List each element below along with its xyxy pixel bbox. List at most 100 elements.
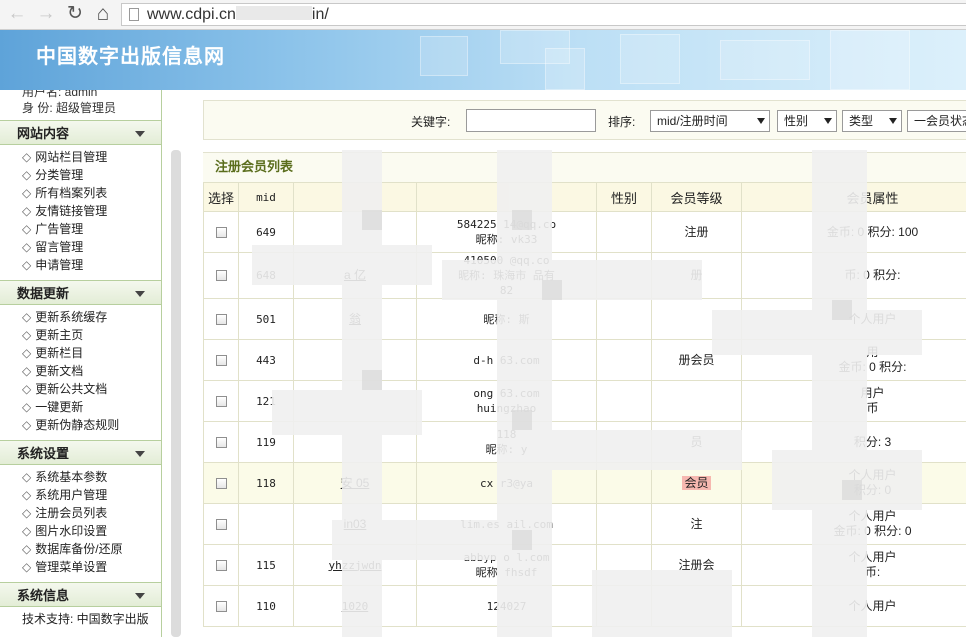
- home-icon[interactable]: ⌂: [92, 3, 114, 25]
- row-checkbox[interactable]: [215, 270, 227, 282]
- diamond-icon: ◇: [22, 364, 32, 378]
- menu-group-title: 网站内容: [17, 126, 70, 141]
- vertical-scrollbar[interactable]: [171, 150, 181, 637]
- cell-attributes: 用户币: [741, 380, 966, 422]
- support-text: 技术支持: 中国数字出版: [22, 612, 149, 626]
- cell-gender: [596, 462, 652, 504]
- row-select: [203, 380, 239, 422]
- address-bar[interactable]: www.cdpi.cn in/: [121, 3, 966, 26]
- menu-item-update-cache[interactable]: ◇ 更新系统缓存: [22, 308, 161, 326]
- header-decor: [620, 34, 680, 84]
- row-checkbox[interactable]: [215, 226, 227, 238]
- table-row-highlighted[interactable]: 118 安 05 cx r3@ya 会员 个人用户 积分: 0: [203, 462, 966, 504]
- back-icon[interactable]: ←: [6, 3, 28, 25]
- table-row[interactable]: 501 翁 昵称: 斯 个人用户: [203, 298, 966, 340]
- cell-email: ong 63.com huingzhao: [416, 380, 597, 422]
- menu-item-ads[interactable]: ◇ 广告管理: [22, 220, 161, 238]
- type-select[interactable]: 类型: [842, 110, 902, 132]
- dropdown-arrow-icon: [889, 118, 897, 124]
- menu-group-update[interactable]: 数据更新: [0, 280, 161, 305]
- menu-item-messages[interactable]: ◇ 留言管理: [22, 238, 161, 256]
- menu-group-info[interactable]: 系统信息: [0, 582, 161, 607]
- cell-username[interactable]: 1020: [293, 585, 417, 627]
- menu-item-menu-settings[interactable]: ◇ 管理菜单设置: [22, 558, 161, 576]
- row-checkbox[interactable]: [215, 395, 227, 407]
- table-row[interactable]: 649 584225 14@qq.co 昵称: vk33 注册 金币: 0 积分:…: [203, 211, 966, 253]
- user-role: 身 份: 超级管理员: [22, 101, 117, 115]
- filter-bar: 关键字: 排序: mid/注册时间 性别 类型 一会员状态: [203, 100, 966, 140]
- cell-username[interactable]: [293, 380, 417, 422]
- header-decor: [545, 48, 585, 90]
- cell-mid: 649: [238, 211, 294, 253]
- menu-item-archives[interactable]: ◇ 所有档案列表: [22, 184, 161, 202]
- menu-item-applications[interactable]: ◇ 申请管理: [22, 256, 161, 274]
- menu-item-update-rewrite[interactable]: ◇ 更新伪静态规则: [22, 416, 161, 434]
- cell-username[interactable]: a 亿: [293, 252, 417, 299]
- cell-email: 124027: [416, 585, 597, 627]
- chevron-down-icon: [135, 451, 145, 457]
- menu-group-settings[interactable]: 系统设置: [0, 440, 161, 465]
- gender-select[interactable]: 性别: [777, 110, 837, 132]
- diamond-icon: ◇: [22, 542, 32, 556]
- row-checkbox[interactable]: [215, 518, 227, 530]
- cell-email: abbyp o l.com 昵称 fhsdf: [416, 544, 597, 586]
- menu-item-update-public-docs[interactable]: ◇ 更新公共文档: [22, 380, 161, 398]
- cell-username[interactable]: [293, 339, 417, 381]
- page-icon: [129, 8, 139, 21]
- table-row[interactable]: 443 d-h 63.com 册会员 用金币: 0 积分:: [203, 339, 966, 381]
- menu-group-title: 系统信息: [17, 588, 70, 603]
- row-checkbox[interactable]: [215, 354, 227, 366]
- cell-attributes: 个人用户 积分: 0: [741, 462, 966, 504]
- menu-item-db-backup[interactable]: ◇ 数据库备份/还原: [22, 540, 161, 558]
- table-row[interactable]: 648 a 亿 410500 @qq.co 昵称: 珠海市 品有 82 册 币: …: [203, 252, 966, 299]
- row-checkbox[interactable]: [215, 436, 227, 448]
- cell-username[interactable]: 安 05: [293, 462, 417, 504]
- cell-username[interactable]: 翁: [293, 298, 417, 340]
- sort-select[interactable]: mid/注册时间: [650, 110, 770, 132]
- table-row[interactable]: 119 118 昵称: y 员 积分: 3: [203, 421, 966, 463]
- cell-mid: 501: [238, 298, 294, 340]
- menu-group-content[interactable]: 网站内容: [0, 120, 161, 145]
- cell-gender: [596, 252, 652, 299]
- cell-email: 昵称: 斯: [416, 298, 597, 340]
- table-row[interactable]: in03 lim.es ail.com 注 个人用户 金币: 0 积分: 0: [203, 503, 966, 545]
- cell-email: 410500 @qq.co 昵称: 珠海市 品有 82: [416, 252, 597, 299]
- col-mid[interactable]: mid: [238, 182, 294, 212]
- menu-item-member-list[interactable]: ◇ 注册会员列表: [22, 504, 161, 522]
- cell-username[interactable]: in03: [293, 503, 417, 545]
- menu-item-system-users[interactable]: ◇ 系统用户管理: [22, 486, 161, 504]
- menu-group-info-items: 技术支持: 中国数字出版: [0, 607, 161, 630]
- row-checkbox[interactable]: [215, 313, 227, 325]
- menu-item-basic-params[interactable]: ◇ 系统基本参数: [22, 468, 161, 486]
- menu-item-column-manage[interactable]: ◇ 网站栏目管理: [22, 148, 161, 166]
- table-row[interactable]: 115 yhzzjwdn abbyp o l.com 昵称 fhsdf 注册会 个…: [203, 544, 966, 586]
- diamond-icon: ◇: [22, 560, 32, 574]
- menu-item-watermark[interactable]: ◇ 图片水印设置: [22, 522, 161, 540]
- dropdown-arrow-icon: [757, 118, 765, 124]
- cell-level: 注册: [651, 211, 742, 253]
- row-checkbox[interactable]: [215, 600, 227, 612]
- cell-username[interactable]: yhzzjwdn: [293, 544, 417, 586]
- cell-level: [651, 380, 742, 422]
- table-header-row: 选择 mid 性别 会员等级 会员属性: [203, 182, 966, 212]
- menu-item-update-columns[interactable]: ◇ 更新栏目: [22, 344, 161, 362]
- cell-username[interactable]: [293, 421, 417, 463]
- row-checkbox[interactable]: [215, 559, 227, 571]
- col-select: 选择: [203, 182, 239, 212]
- header-decor: [830, 30, 910, 90]
- menu-item-one-click-update[interactable]: ◇ 一键更新: [22, 398, 161, 416]
- menu-item-friend-links[interactable]: ◇ 友情链接管理: [22, 202, 161, 220]
- reload-icon[interactable]: ↻: [64, 3, 86, 25]
- table-row[interactable]: 110 1020 124027 个人用户: [203, 585, 966, 627]
- cell-attributes: 个人用户 金币: 0 积分: 0: [741, 503, 966, 545]
- keyword-input[interactable]: [466, 109, 596, 132]
- forward-icon[interactable]: →: [35, 3, 57, 25]
- col-gender: 性别: [596, 182, 652, 212]
- menu-item-update-home[interactable]: ◇ 更新主页: [22, 326, 161, 344]
- menu-item-category[interactable]: ◇ 分类管理: [22, 166, 161, 184]
- cell-username[interactable]: [293, 211, 417, 253]
- menu-item-update-docs[interactable]: ◇ 更新文档: [22, 362, 161, 380]
- row-checkbox[interactable]: [215, 477, 227, 489]
- member-status-select[interactable]: 一会员状态: [907, 110, 966, 132]
- table-row[interactable]: 121 ong 63.com huingzhao 用户币: [203, 380, 966, 422]
